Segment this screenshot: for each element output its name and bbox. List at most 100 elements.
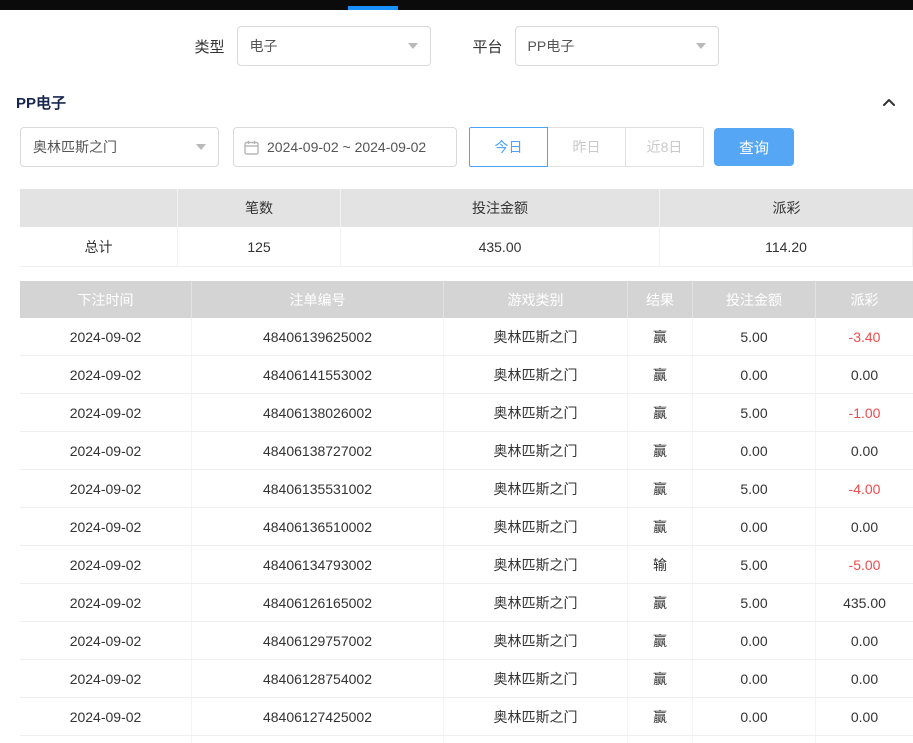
- table-row: 2024-09-0248406126165002奥林匹斯之门赢5.00435.0…: [20, 584, 913, 622]
- bet-date-cell: 2024-09-02: [20, 470, 192, 507]
- payout-cell: 0.00: [816, 356, 913, 393]
- summary-header-cell: 派彩: [660, 189, 913, 227]
- bet-amount-cell: 0.00: [693, 698, 816, 735]
- quick-filter-button[interactable]: 今日: [469, 127, 548, 167]
- summary-header-cell: 投注金额: [341, 189, 660, 227]
- result-cell: 赢: [628, 432, 693, 469]
- quick-filter-button[interactable]: 昨日: [547, 127, 626, 167]
- bet-amount-cell: 0.00: [693, 432, 816, 469]
- bet-amount-cell: 0.00: [693, 508, 816, 545]
- table-row: 2024-09-0248406138727002奥林匹斯之门赢0.000.00: [20, 432, 913, 470]
- table-row: 2024-09-0248406141553002奥林匹斯之门赢0.000.00: [20, 356, 913, 394]
- order-number-cell: 48406128754002: [192, 660, 444, 697]
- table-row: 2024-09-0248406125316002奥林匹斯之门输5.00-5.00: [20, 736, 913, 743]
- filter-row: 类型 电子 平台 PP电子: [0, 10, 913, 80]
- order-number-cell: 48406125316002: [192, 736, 444, 743]
- result-cell: 赢: [628, 356, 693, 393]
- summary-header-row: 笔数投注金额派彩: [20, 189, 913, 227]
- bet-date-cell: 2024-09-02: [20, 394, 192, 431]
- payout-cell: 0.00: [816, 432, 913, 469]
- bet-amount-cell: 5.00: [693, 318, 816, 355]
- controls-row: 奥林匹斯之门 2024-09-02 ~ 2024-09-02 今日昨日近8日 查…: [0, 127, 913, 167]
- table-row: 2024-09-0248406128754002奥林匹斯之门赢0.000.00: [20, 660, 913, 698]
- active-tab-indicator: [348, 6, 398, 10]
- game-name-cell: 奥林匹斯之门: [444, 508, 628, 545]
- payout-cell: 0.00: [816, 508, 913, 545]
- result-cell: 赢: [628, 508, 693, 545]
- bet-date-cell: 2024-09-02: [20, 584, 192, 621]
- order-number-cell: 48406139625002: [192, 318, 444, 355]
- order-number-cell: 48406135531002: [192, 470, 444, 507]
- column-header: 注单编号: [192, 281, 444, 318]
- bet-amount-cell: 0.00: [693, 660, 816, 697]
- chevron-down-icon: [696, 43, 706, 49]
- bet-date-cell: 2024-09-02: [20, 660, 192, 697]
- quick-filter-button[interactable]: 近8日: [625, 127, 704, 167]
- column-header: 派彩: [816, 281, 913, 318]
- bet-amount-cell: 5.00: [693, 736, 816, 743]
- game-name-cell: 奥林匹斯之门: [444, 698, 628, 735]
- column-header: 结果: [628, 281, 693, 318]
- bet-date-cell: 2024-09-02: [20, 546, 192, 583]
- bet-amount-cell: 5.00: [693, 470, 816, 507]
- column-header: 投注金额: [693, 281, 816, 318]
- game-select[interactable]: 奥林匹斯之门: [20, 127, 219, 167]
- summary-value-cell: 125: [178, 227, 341, 266]
- order-number-cell: 48406138727002: [192, 432, 444, 469]
- type-select[interactable]: 电子: [237, 26, 431, 66]
- order-number-cell: 48406126165002: [192, 584, 444, 621]
- result-cell: 赢: [628, 660, 693, 697]
- bet-date-cell: 2024-09-02: [20, 356, 192, 393]
- game-name-cell: 奥林匹斯之门: [444, 394, 628, 431]
- result-cell: 赢: [628, 394, 693, 431]
- payout-cell: 0.00: [816, 698, 913, 735]
- result-cell: 输: [628, 546, 693, 583]
- game-name-cell: 奥林匹斯之门: [444, 356, 628, 393]
- table-row: 2024-09-0248406135531002奥林匹斯之门赢5.00-4.00: [20, 470, 913, 508]
- bets-table: 下注时间注单编号游戏类别结果投注金额派彩 2024-09-02484061396…: [20, 281, 913, 743]
- search-button[interactable]: 查询: [714, 128, 794, 166]
- summary-total-label: 总计: [20, 227, 178, 266]
- chevron-down-icon: [196, 144, 206, 150]
- section-header: PP电子: [0, 80, 913, 127]
- payout-cell: -4.00: [816, 470, 913, 507]
- bet-amount-cell: 5.00: [693, 584, 816, 621]
- summary-table: 笔数投注金额派彩 总计125435.00114.20: [20, 189, 913, 267]
- platform-select[interactable]: PP电子: [515, 26, 719, 66]
- bet-amount-cell: 5.00: [693, 546, 816, 583]
- result-cell: 赢: [628, 698, 693, 735]
- game-name-cell: 奥林匹斯之门: [444, 470, 628, 507]
- page: 类型 电子 平台 PP电子 PP电子 奥林匹斯之门 2024-09-02 ~ 2…: [0, 0, 913, 743]
- summary-header-cell: 笔数: [178, 189, 341, 227]
- section-title: PP电子: [16, 92, 66, 113]
- payout-cell: 0.00: [816, 622, 913, 659]
- order-number-cell: 48406134793002: [192, 546, 444, 583]
- game-name-cell: 奥林匹斯之门: [444, 660, 628, 697]
- summary-value-cell: 114.20: [660, 227, 913, 266]
- result-cell: 赢: [628, 584, 693, 621]
- game-name-cell: 奥林匹斯之门: [444, 546, 628, 583]
- payout-cell: -5.00: [816, 546, 913, 583]
- bet-date-cell: 2024-09-02: [20, 622, 192, 659]
- collapse-icon[interactable]: [881, 95, 897, 111]
- calendar-icon: [244, 140, 259, 155]
- table-row: 2024-09-0248406138026002奥林匹斯之门赢5.00-1.00: [20, 394, 913, 432]
- bet-date-cell: 2024-09-02: [20, 508, 192, 545]
- game-name-cell: 奥林匹斯之门: [444, 584, 628, 621]
- order-number-cell: 48406141553002: [192, 356, 444, 393]
- platform-select-value: PP电子: [528, 36, 575, 56]
- column-header: 游戏类别: [444, 281, 628, 318]
- top-navbar: [0, 0, 913, 10]
- game-select-value: 奥林匹斯之门: [33, 137, 117, 157]
- payout-cell: -1.00: [816, 394, 913, 431]
- bet-date-cell: 2024-09-02: [20, 432, 192, 469]
- table-row: 2024-09-0248406136510002奥林匹斯之门赢0.000.00: [20, 508, 913, 546]
- bets-table-body: 2024-09-0248406139625002奥林匹斯之门赢5.00-3.40…: [20, 318, 913, 743]
- game-name-cell: 奥林匹斯之门: [444, 432, 628, 469]
- column-header: 下注时间: [20, 281, 192, 318]
- result-cell: 赢: [628, 318, 693, 355]
- bet-amount-cell: 0.00: [693, 622, 816, 659]
- summary-value-cell: 435.00: [341, 227, 660, 266]
- type-select-value: 电子: [250, 36, 278, 56]
- date-range-input[interactable]: 2024-09-02 ~ 2024-09-02: [233, 127, 457, 167]
